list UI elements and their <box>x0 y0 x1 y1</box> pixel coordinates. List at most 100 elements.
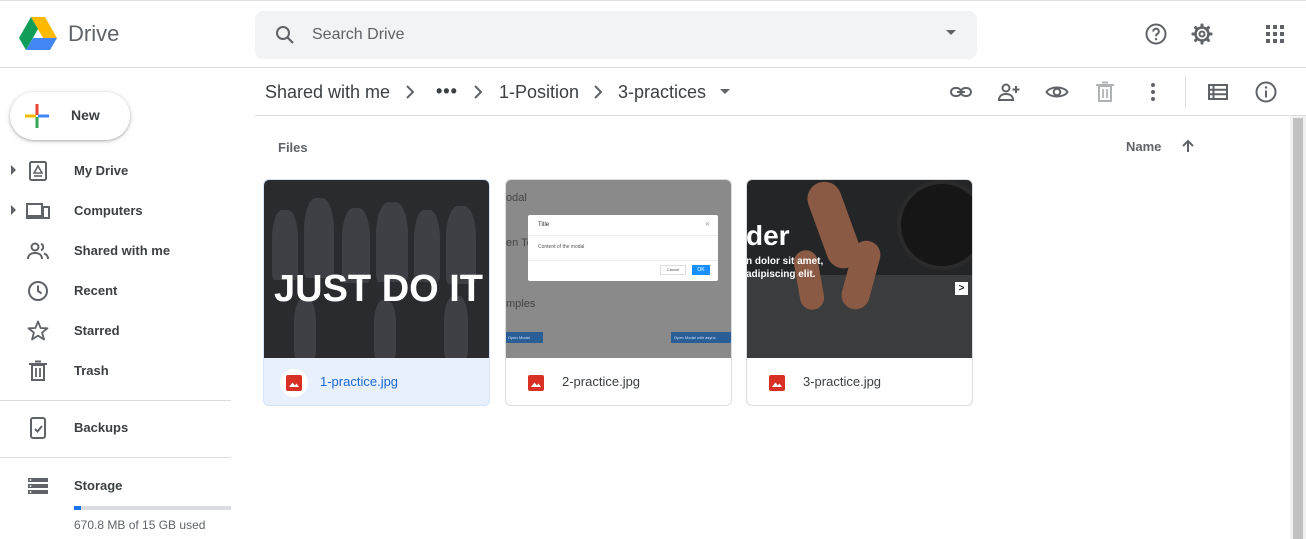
thumbnail-text: der <box>747 220 790 251</box>
thumbnail-next-label: > <box>955 282 968 295</box>
my-drive-icon <box>29 161 47 181</box>
breadcrumb-item-current-folder[interactable]: 3-practices <box>618 82 706 103</box>
close-icon: ✕ <box>704 222 710 228</box>
file-card[interactable]: der n dolor sit amet, adipiscing elit. >… <box>746 179 973 406</box>
breadcrumb-item-1-position[interactable]: 1-Position <box>499 82 579 103</box>
file-name: 1-practice.jpg <box>320 374 399 389</box>
preview-button[interactable] <box>1045 80 1069 104</box>
sidebar-item-label: Storage <box>74 478 123 493</box>
thumb-figure <box>304 198 334 278</box>
sidebar-item-my-drive[interactable]: My Drive <box>0 151 231 191</box>
file-card[interactable]: JUST DO IT 1-practice.jpg <box>263 179 490 406</box>
thumbnail-divider <box>528 235 718 236</box>
sidebar-item-label: Backups <box>74 420 129 435</box>
toolbar-separator <box>1185 76 1186 108</box>
computers-icon <box>26 203 50 219</box>
thumbnail-cancel-label: Cancel <box>660 265 686 275</box>
sort-by-name-button[interactable]: Name <box>1126 139 1161 154</box>
thumbnail-text: adipiscing elit. <box>747 269 816 280</box>
help-button[interactable] <box>1140 18 1172 50</box>
sidebar-item-trash[interactable]: Trash <box>0 351 231 391</box>
get-link-button[interactable] <box>949 80 973 104</box>
app-header: Drive <box>0 0 1306 68</box>
sidebar-item-backups[interactable]: Backups <box>0 408 231 448</box>
sidebar-divider <box>0 457 231 458</box>
breadcrumb-item-shared-with-me[interactable]: Shared with me <box>265 82 390 103</box>
sidebar-item-recent[interactable]: Recent <box>0 271 231 311</box>
info-icon <box>1255 81 1277 103</box>
apps-button[interactable] <box>1259 18 1291 50</box>
thumbnail-ok-label: OK <box>692 265 710 275</box>
scrollbar-thumb[interactable] <box>1293 118 1303 539</box>
thumbnail-button: Open Modal with async <box>671 332 731 343</box>
expand-caret-icon[interactable] <box>11 205 16 215</box>
sort-ascending-icon[interactable] <box>1180 138 1196 154</box>
thumbnail-text: JUST DO IT <box>274 268 484 310</box>
eye-icon <box>1045 86 1069 98</box>
trash-icon <box>29 360 47 381</box>
drive-logo[interactable]: Drive <box>18 16 119 52</box>
more-actions-button[interactable] <box>1141 80 1165 104</box>
thumbnail-button: Open Modal <box>506 332 543 343</box>
thumbnail-divider <box>528 260 718 261</box>
sidebar-item-storage[interactable]: Storage <box>0 466 231 506</box>
breadcrumb-overflow-button[interactable]: ••• <box>436 81 458 102</box>
thumbnail-modal: Title ✕ Content of the modal Cancel OK <box>528 215 718 281</box>
apps-grid-icon <box>1266 25 1284 43</box>
thumbnail-text: odal <box>506 192 527 204</box>
plus-icon <box>25 104 49 128</box>
thumb-weight-plate <box>897 180 972 270</box>
image-icon <box>769 375 785 391</box>
sidebar-item-computers[interactable]: Computers <box>0 191 231 231</box>
sidebar-item-label: My Drive <box>74 163 129 178</box>
share-button[interactable] <box>997 80 1021 104</box>
storage-used-text: 670.8 MB of 15 GB used <box>74 518 206 532</box>
expand-caret-icon[interactable] <box>11 165 16 175</box>
search-icon[interactable] <box>273 23 297 47</box>
file-thumbnail: odal en To mples Title ✕ Content of the … <box>506 180 731 358</box>
search-bar[interactable] <box>255 11 977 59</box>
link-icon <box>950 87 972 97</box>
storage-icon <box>28 478 48 494</box>
file-card[interactable]: odal en To mples Title ✕ Content of the … <box>505 179 732 406</box>
new-button-label: New <box>71 107 100 123</box>
sidebar-item-label: Computers <box>74 203 143 218</box>
remove-button[interactable] <box>1093 80 1117 104</box>
sidebar-item-label: Recent <box>74 283 118 298</box>
search-options-icon[interactable] <box>945 29 957 37</box>
search-input[interactable] <box>312 19 912 51</box>
more-vert-icon <box>1151 83 1155 101</box>
chevron-right-icon <box>594 85 603 99</box>
backups-icon <box>30 417 46 439</box>
storage-usage-bar <box>74 506 231 510</box>
thumbnail-text: n dolor sit amet, <box>747 256 824 267</box>
files-section-title: Files <box>278 140 308 155</box>
settings-button[interactable] <box>1186 18 1218 50</box>
trash-icon <box>1096 81 1114 102</box>
thumbnail-button-label: Open Modal with async <box>674 335 716 340</box>
chevron-right-icon <box>406 85 415 99</box>
sidebar-divider <box>0 400 231 401</box>
sidebar-item-shared-with-me[interactable]: Shared with me <box>0 231 231 271</box>
sidebar-item-label: Trash <box>74 363 109 378</box>
folder-menu-dropdown-icon[interactable] <box>720 89 730 94</box>
clock-icon <box>28 281 48 301</box>
file-name: 3-practice.jpg <box>803 374 882 389</box>
image-file-icon <box>763 369 791 397</box>
details-button[interactable] <box>1254 80 1278 104</box>
thumbnail-modal-title: Title <box>538 222 550 228</box>
image-file-icon <box>280 369 308 397</box>
new-button[interactable]: New <box>10 92 130 140</box>
chevron-right-icon <box>474 85 483 99</box>
sidebar-item-label: Shared with me <box>74 243 171 258</box>
list-view-button[interactable] <box>1206 80 1230 104</box>
list-view-icon <box>1208 84 1228 100</box>
image-icon <box>286 375 302 391</box>
help-icon <box>1145 23 1167 45</box>
thumbnail-modal-body: Content of the modal <box>538 244 585 250</box>
drive-logo-icon <box>19 17 57 50</box>
image-icon <box>528 375 544 391</box>
sidebar-item-starred[interactable]: Starred <box>0 311 231 351</box>
shared-icon <box>27 242 49 260</box>
image-file-icon <box>522 369 550 397</box>
